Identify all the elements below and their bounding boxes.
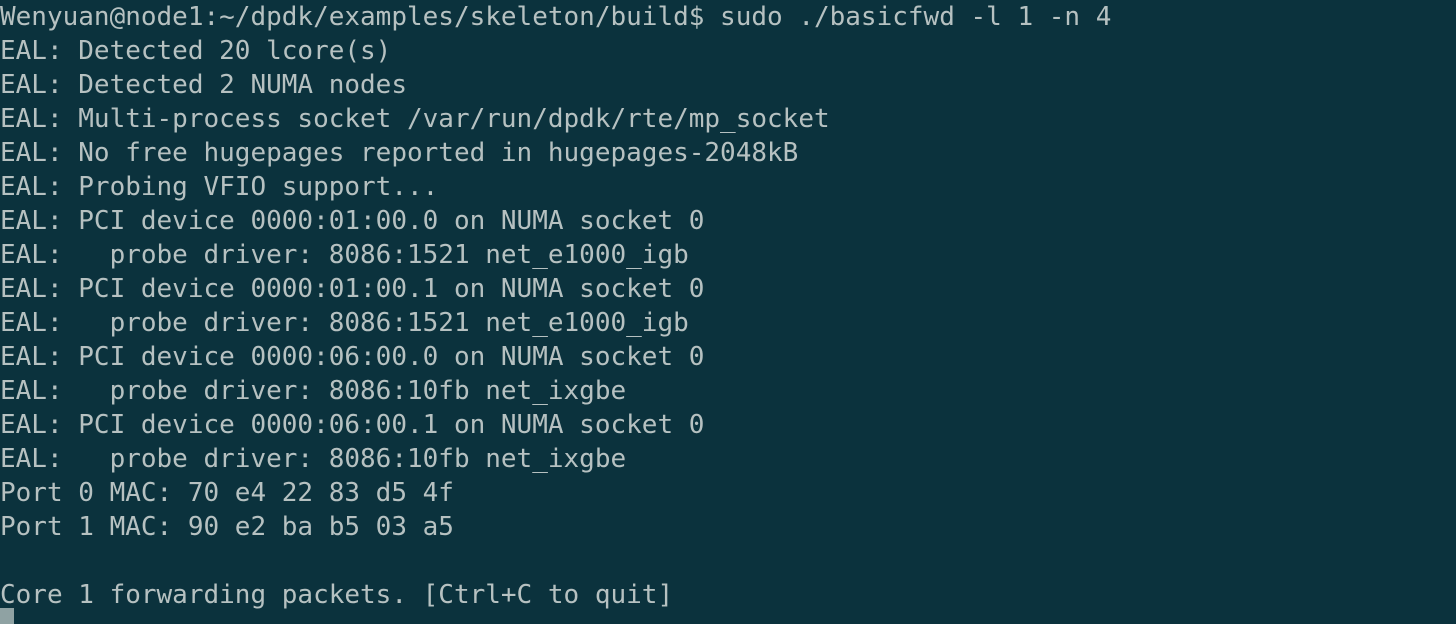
output-line: EAL: probe driver: 8086:10fb net_ixgbe <box>0 376 627 406</box>
output-line: EAL: probe driver: 8086:10fb net_ixgbe <box>0 444 627 474</box>
output-line: EAL: Detected 20 lcore(s) <box>0 36 392 66</box>
output-line: EAL: PCI device 0000:06:00.1 on NUMA soc… <box>0 410 705 440</box>
output-line: EAL: probe driver: 8086:1521 net_e1000_i… <box>0 308 689 338</box>
output-line: EAL: Detected 2 NUMA nodes <box>0 70 407 100</box>
output-line: Port 1 MAC: 90 e2 ba b5 03 a5 <box>0 512 454 542</box>
output-line: Port 0 MAC: 70 e4 22 83 d5 4f <box>0 478 454 508</box>
output-line: EAL: Multi-process socket /var/run/dpdk/… <box>0 104 830 134</box>
output-line: EAL: PCI device 0000:06:00.0 on NUMA soc… <box>0 342 705 372</box>
output-line: EAL: No free hugepages reported in hugep… <box>0 138 799 168</box>
output-line: EAL: PCI device 0000:01:00.1 on NUMA soc… <box>0 274 705 304</box>
output-line: EAL: PCI device 0000:01:00.0 on NUMA soc… <box>0 206 705 236</box>
text-cursor <box>0 608 14 624</box>
prompt-command-line: Wenyuan@node1:~/dpdk/examples/skeleton/b… <box>0 2 1112 32</box>
status-line: Core 1 forwarding packets. [Ctrl+C to qu… <box>0 580 674 610</box>
output-line: EAL: probe driver: 8086:1521 net_e1000_i… <box>0 240 689 270</box>
terminal-window[interactable]: Wenyuan@node1:~/dpdk/examples/skeleton/b… <box>0 0 1456 624</box>
output-line: EAL: Probing VFIO support... <box>0 172 439 202</box>
terminal-output: Wenyuan@node1:~/dpdk/examples/skeleton/b… <box>0 0 1111 612</box>
